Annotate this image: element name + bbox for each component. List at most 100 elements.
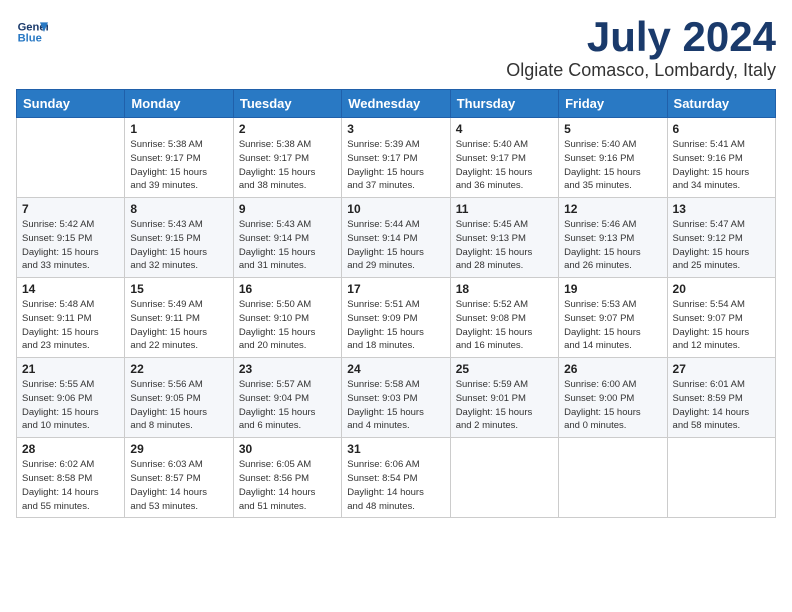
day-info: Sunrise: 5:44 AM Sunset: 9:14 PM Dayligh…: [347, 218, 444, 273]
calendar-day-cell: 29 Sunrise: 6:03 AM Sunset: 8:57 PM Dayli…: [125, 438, 233, 518]
logo: General Blue: [16, 16, 48, 48]
day-info: Sunrise: 6:00 AM Sunset: 9:00 PM Dayligh…: [564, 378, 661, 433]
day-number: 6: [673, 122, 770, 136]
location-title: Olgiate Comasco, Lombardy, Italy: [506, 60, 776, 81]
calendar-week-row: 7 Sunrise: 5:42 AM Sunset: 9:15 PM Daylig…: [17, 198, 776, 278]
day-info: Sunrise: 5:38 AM Sunset: 9:17 PM Dayligh…: [239, 138, 336, 193]
calendar-day-cell: [559, 438, 667, 518]
calendar-day-cell: 16 Sunrise: 5:50 AM Sunset: 9:10 PM Dayli…: [233, 278, 341, 358]
calendar-day-cell: 5 Sunrise: 5:40 AM Sunset: 9:16 PM Daylig…: [559, 118, 667, 198]
calendar-day-cell: 10 Sunrise: 5:44 AM Sunset: 9:14 PM Dayli…: [342, 198, 450, 278]
calendar-day-cell: 26 Sunrise: 6:00 AM Sunset: 9:00 PM Dayli…: [559, 358, 667, 438]
day-number: 23: [239, 362, 336, 376]
calendar-day-cell: 15 Sunrise: 5:49 AM Sunset: 9:11 PM Dayli…: [125, 278, 233, 358]
day-info: Sunrise: 5:38 AM Sunset: 9:17 PM Dayligh…: [130, 138, 227, 193]
calendar-day-cell: 23 Sunrise: 5:57 AM Sunset: 9:04 PM Dayli…: [233, 358, 341, 438]
day-info: Sunrise: 5:41 AM Sunset: 9:16 PM Dayligh…: [673, 138, 770, 193]
page-header: General Blue July 2024 Olgiate Comasco, …: [16, 16, 776, 81]
day-info: Sunrise: 6:06 AM Sunset: 8:54 PM Dayligh…: [347, 458, 444, 513]
day-number: 22: [130, 362, 227, 376]
day-info: Sunrise: 5:56 AM Sunset: 9:05 PM Dayligh…: [130, 378, 227, 433]
calendar-day-cell: 20Sunrise: 5:54 AM Sunset: 9:07 PM Dayli…: [667, 278, 775, 358]
calendar-day-cell: 17 Sunrise: 5:51 AM Sunset: 9:09 PM Dayli…: [342, 278, 450, 358]
calendar-day-cell: 22 Sunrise: 5:56 AM Sunset: 9:05 PM Dayli…: [125, 358, 233, 438]
day-info: Sunrise: 5:42 AM Sunset: 9:15 PM Dayligh…: [22, 218, 119, 273]
day-info: Sunrise: 6:03 AM Sunset: 8:57 PM Dayligh…: [130, 458, 227, 513]
day-number: 18: [456, 282, 553, 296]
day-info: Sunrise: 5:59 AM Sunset: 9:01 PM Dayligh…: [456, 378, 553, 433]
weekday-header-cell: Wednesday: [342, 90, 450, 118]
day-info: Sunrise: 5:53 AM Sunset: 9:07 PM Dayligh…: [564, 298, 661, 353]
day-info: Sunrise: 5:45 AM Sunset: 9:13 PM Dayligh…: [456, 218, 553, 273]
calendar-week-row: 21 Sunrise: 5:55 AM Sunset: 9:06 PM Dayli…: [17, 358, 776, 438]
day-number: 16: [239, 282, 336, 296]
day-number: 29: [130, 442, 227, 456]
calendar-week-row: 1 Sunrise: 5:38 AM Sunset: 9:17 PM Daylig…: [17, 118, 776, 198]
calendar-day-cell: 19 Sunrise: 5:53 AM Sunset: 9:07 PM Dayli…: [559, 278, 667, 358]
calendar-day-cell: [450, 438, 558, 518]
day-info: Sunrise: 5:47 AM Sunset: 9:12 PM Dayligh…: [673, 218, 770, 273]
day-number: 11: [456, 202, 553, 216]
calendar-day-cell: [17, 118, 125, 198]
calendar-day-cell: 3 Sunrise: 5:39 AM Sunset: 9:17 PM Daylig…: [342, 118, 450, 198]
day-number: 17: [347, 282, 444, 296]
day-number: 9: [239, 202, 336, 216]
day-info: Sunrise: 5:51 AM Sunset: 9:09 PM Dayligh…: [347, 298, 444, 353]
day-number: 5: [564, 122, 661, 136]
calendar-day-cell: 12 Sunrise: 5:46 AM Sunset: 9:13 PM Dayli…: [559, 198, 667, 278]
weekday-header-cell: Sunday: [17, 90, 125, 118]
day-number: 26: [564, 362, 661, 376]
weekday-header-cell: Friday: [559, 90, 667, 118]
day-number: 14: [22, 282, 119, 296]
day-number: 12: [564, 202, 661, 216]
day-info: Sunrise: 5:43 AM Sunset: 9:15 PM Dayligh…: [130, 218, 227, 273]
day-number: 30: [239, 442, 336, 456]
day-number: 19: [564, 282, 661, 296]
calendar-day-cell: 8 Sunrise: 5:43 AM Sunset: 9:15 PM Daylig…: [125, 198, 233, 278]
calendar-table: SundayMondayTuesdayWednesdayThursdayFrid…: [16, 89, 776, 518]
day-number: 10: [347, 202, 444, 216]
day-number: 1: [130, 122, 227, 136]
day-number: 24: [347, 362, 444, 376]
day-number: 20: [673, 282, 770, 296]
day-number: 15: [130, 282, 227, 296]
title-area: July 2024 Olgiate Comasco, Lombardy, Ita…: [506, 16, 776, 81]
day-info: Sunrise: 5:40 AM Sunset: 9:16 PM Dayligh…: [564, 138, 661, 193]
day-number: 31: [347, 442, 444, 456]
weekday-header-cell: Monday: [125, 90, 233, 118]
calendar-day-cell: 2 Sunrise: 5:38 AM Sunset: 9:17 PM Daylig…: [233, 118, 341, 198]
day-number: 3: [347, 122, 444, 136]
day-info: Sunrise: 6:05 AM Sunset: 8:56 PM Dayligh…: [239, 458, 336, 513]
weekday-header-cell: Thursday: [450, 90, 558, 118]
calendar-day-cell: 31 Sunrise: 6:06 AM Sunset: 8:54 PM Dayli…: [342, 438, 450, 518]
day-number: 7: [22, 202, 119, 216]
calendar-week-row: 28Sunrise: 6:02 AM Sunset: 8:58 PM Dayli…: [17, 438, 776, 518]
day-info: Sunrise: 5:52 AM Sunset: 9:08 PM Dayligh…: [456, 298, 553, 353]
calendar-day-cell: 7 Sunrise: 5:42 AM Sunset: 9:15 PM Daylig…: [17, 198, 125, 278]
day-info: Sunrise: 5:46 AM Sunset: 9:13 PM Dayligh…: [564, 218, 661, 273]
calendar-body: 1 Sunrise: 5:38 AM Sunset: 9:17 PM Daylig…: [17, 118, 776, 518]
month-title: July 2024: [506, 16, 776, 58]
calendar-day-cell: 4Sunrise: 5:40 AM Sunset: 9:17 PM Daylig…: [450, 118, 558, 198]
calendar-day-cell: 13Sunrise: 5:47 AM Sunset: 9:12 PM Dayli…: [667, 198, 775, 278]
day-number: 21: [22, 362, 119, 376]
calendar-day-cell: 24Sunrise: 5:58 AM Sunset: 9:03 PM Dayli…: [342, 358, 450, 438]
calendar-day-cell: 25Sunrise: 5:59 AM Sunset: 9:01 PM Dayli…: [450, 358, 558, 438]
day-info: Sunrise: 5:57 AM Sunset: 9:04 PM Dayligh…: [239, 378, 336, 433]
calendar-day-cell: 18 Sunrise: 5:52 AM Sunset: 9:08 PM Dayli…: [450, 278, 558, 358]
calendar-day-cell: 21 Sunrise: 5:55 AM Sunset: 9:06 PM Dayli…: [17, 358, 125, 438]
calendar-day-cell: 6 Sunrise: 5:41 AM Sunset: 9:16 PM Daylig…: [667, 118, 775, 198]
calendar-day-cell: 28Sunrise: 6:02 AM Sunset: 8:58 PM Dayli…: [17, 438, 125, 518]
day-info: Sunrise: 6:01 AM Sunset: 8:59 PM Dayligh…: [673, 378, 770, 433]
day-number: 27: [673, 362, 770, 376]
calendar-day-cell: [667, 438, 775, 518]
day-info: Sunrise: 5:49 AM Sunset: 9:11 PM Dayligh…: [130, 298, 227, 353]
day-info: Sunrise: 5:50 AM Sunset: 9:10 PM Dayligh…: [239, 298, 336, 353]
day-info: Sunrise: 5:55 AM Sunset: 9:06 PM Dayligh…: [22, 378, 119, 433]
day-info: Sunrise: 5:39 AM Sunset: 9:17 PM Dayligh…: [347, 138, 444, 193]
day-number: 8: [130, 202, 227, 216]
calendar-day-cell: 1 Sunrise: 5:38 AM Sunset: 9:17 PM Daylig…: [125, 118, 233, 198]
weekday-header-cell: Saturday: [667, 90, 775, 118]
day-number: 2: [239, 122, 336, 136]
day-info: Sunrise: 5:43 AM Sunset: 9:14 PM Dayligh…: [239, 218, 336, 273]
